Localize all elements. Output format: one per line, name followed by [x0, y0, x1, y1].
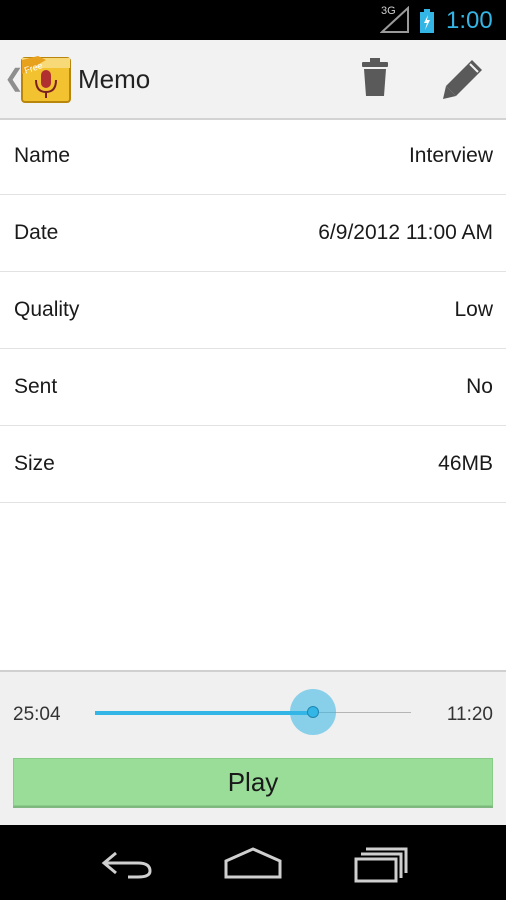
- clock: 1:00: [446, 7, 493, 34]
- action-bar: ❮ Free Memo: [0, 40, 506, 120]
- seek-thumb[interactable]: [307, 706, 319, 718]
- status-bar: 3G 1:00: [0, 0, 506, 40]
- memo-details: Name Interview Date 6/9/2012 11:00 AM Qu…: [0, 118, 506, 503]
- detail-row-sent: Sent No: [0, 349, 506, 426]
- home-icon[interactable]: [222, 845, 284, 881]
- detail-value: No: [466, 375, 493, 398]
- signal-icon: [380, 6, 409, 33]
- detail-value: Interview: [408, 144, 493, 167]
- elapsed-time: 25:04: [13, 704, 61, 725]
- detail-label: Quality: [14, 298, 80, 321]
- detail-row-size: Size 46MB: [0, 426, 506, 503]
- app-icon[interactable]: Free: [20, 52, 72, 104]
- playback-panel: 25:04 11:20 Play: [0, 670, 506, 827]
- seek-bar[interactable]: [95, 689, 411, 735]
- pencil-icon[interactable]: [440, 56, 486, 102]
- navigation-bar: [0, 825, 506, 900]
- page-title: Memo: [78, 64, 151, 94]
- detail-label: Sent: [14, 375, 58, 398]
- detail-value: Low: [454, 298, 493, 321]
- recent-apps-icon[interactable]: [352, 845, 410, 883]
- detail-row-name: Name Interview: [0, 118, 506, 195]
- detail-label: Size: [14, 452, 55, 475]
- remaining-time: 11:20: [446, 704, 493, 725]
- trash-icon[interactable]: [360, 58, 390, 98]
- back-icon[interactable]: [98, 845, 156, 881]
- seek-bar-progress: [95, 711, 313, 715]
- detail-row-date: Date 6/9/2012 11:00 AM: [0, 195, 506, 272]
- detail-row-quality: Quality Low: [0, 272, 506, 349]
- detail-label: Name: [14, 144, 71, 167]
- detail-value: 6/9/2012 11:00 AM: [318, 221, 493, 244]
- play-button[interactable]: Play: [13, 758, 493, 806]
- detail-value: 46MB: [438, 452, 493, 475]
- battery-icon: [420, 9, 434, 33]
- detail-label: Date: [14, 221, 59, 244]
